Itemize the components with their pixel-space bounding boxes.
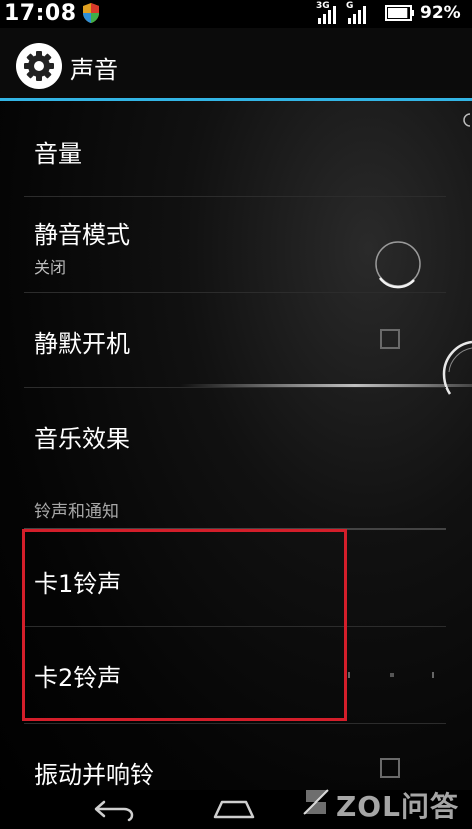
action-bar: 声音: [0, 28, 472, 98]
status-bar: 17:08 3G G 92%: [0, 0, 472, 28]
battery-percent: 92%: [420, 3, 461, 23]
signal-sim1-icon: 3G: [316, 1, 344, 24]
setting-volume[interactable]: 音量: [0, 101, 472, 196]
setting-music-effects[interactable]: 音乐效果: [0, 388, 472, 482]
setting-silent-boot[interactable]: 静默开机: [0, 293, 472, 387]
silent-boot-checkbox[interactable]: [380, 329, 400, 349]
decorative-dots: [348, 672, 434, 678]
setting-music-effects-title: 音乐效果: [34, 425, 130, 453]
setting-silent-mode-title: 静音模式: [34, 221, 130, 249]
shield-icon: [83, 3, 99, 23]
section-header-ringtones: 铃声和通知: [34, 502, 119, 522]
settings-up-button[interactable]: [16, 43, 62, 89]
gear-icon: [24, 51, 54, 81]
setting-silent-mode-summary: 关闭: [34, 258, 67, 277]
back-icon[interactable]: [92, 796, 136, 822]
status-time: 17:08: [4, 1, 77, 26]
home-icon[interactable]: [212, 796, 256, 822]
annotation-highlight-box: [22, 529, 347, 721]
watermark-text: ZOL问答: [336, 790, 459, 823]
settings-screen: 17:08 3G G 92% 声音 音量 静音模式 关闭 静默开机 音乐效果 铃…: [0, 0, 472, 829]
watermark-logo: [303, 789, 329, 815]
signal-sim2-icon: G: [346, 1, 374, 24]
setting-volume-title: 音量: [34, 140, 82, 168]
vibrate-and-ring-checkbox[interactable]: [380, 758, 400, 778]
setting-silent-mode[interactable]: 静音模式 关闭: [0, 197, 472, 292]
watermark: ZOL问答: [300, 782, 472, 823]
setting-silent-boot-title: 静默开机: [34, 330, 130, 358]
setting-vibrate-and-ring-title: 振动并响铃: [34, 761, 154, 789]
battery-icon: [385, 5, 414, 21]
page-title: 声音: [70, 56, 118, 84]
